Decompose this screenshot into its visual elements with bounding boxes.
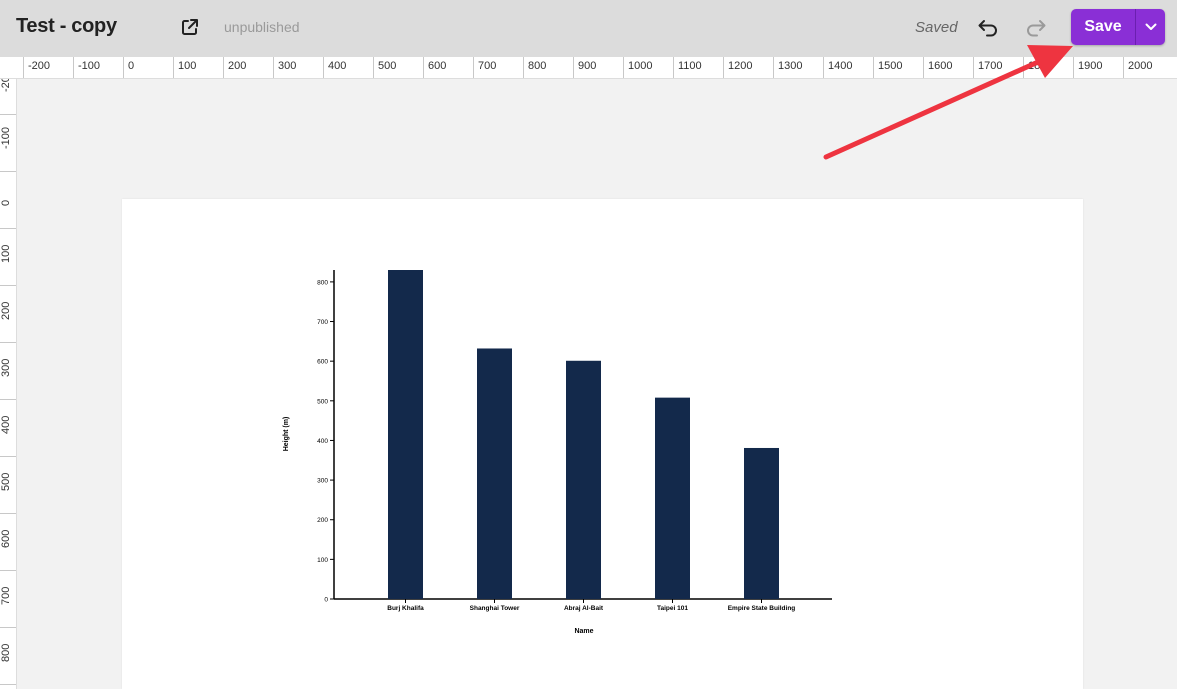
horizontal-ruler: -200 -100 0 100 200 300 400 500 600 700 800 900 1000…: [0, 57, 1177, 79]
undo-icon[interactable]: [976, 16, 1000, 40]
x-tick-label: Shanghai Tower: [470, 605, 520, 612]
y-tick-label: 0: [324, 597, 328, 604]
y-tick-label: 200: [317, 517, 328, 524]
x-tick-label: Empire State Building: [728, 605, 796, 612]
ruler-tick: 1900: [1073, 57, 1102, 78]
ruler-tick: 1400: [823, 57, 852, 78]
ruler-tick: 1100: [673, 57, 702, 78]
ruler-tick: 400: [0, 399, 16, 434]
y-tick-label: 400: [317, 438, 328, 445]
ruler-tick: 700: [0, 570, 16, 605]
ruler-tick: 400: [323, 57, 346, 78]
y-tick-label: 600: [317, 359, 328, 366]
bar: [744, 447, 779, 599]
open-external-icon[interactable]: [180, 17, 200, 37]
bar: [566, 360, 601, 599]
y-axis-label: Height (m): [283, 417, 290, 452]
ruler-tick: -100: [0, 114, 16, 149]
x-tick-label: Taipei 101: [657, 605, 688, 612]
save-button[interactable]: Save: [1071, 9, 1135, 45]
y-tick-label: 100: [317, 557, 328, 564]
ruler-tick: 800: [0, 627, 16, 662]
redo-icon[interactable]: [1024, 16, 1048, 40]
ruler-tick: 2000: [1123, 57, 1152, 78]
ruler-tick: 100: [0, 228, 16, 263]
bar-chart[interactable]: 0 100 200 300 400 500 600 700 800 Burj Khalifa Sha…: [122, 199, 1083, 689]
ruler-tick: 100: [173, 57, 196, 78]
y-tick-label: 300: [317, 478, 328, 485]
save-button-group: Save: [1071, 9, 1165, 45]
ruler-tick: 0: [0, 171, 16, 206]
ruler-tick: 1800: [1023, 57, 1052, 78]
ruler-tick: 0: [123, 57, 134, 78]
ruler-tick: 1200: [723, 57, 752, 78]
bar: [655, 397, 690, 599]
bar: [477, 348, 512, 599]
save-status: Saved: [915, 19, 958, 36]
chevron-down-icon: [1145, 23, 1156, 30]
ruler-tick: 1000: [623, 57, 652, 78]
ruler-tick: 1700: [973, 57, 1002, 78]
ruler-tick: 800: [523, 57, 546, 78]
y-tick-label: 500: [317, 398, 328, 405]
x-axis-label: Name: [574, 628, 593, 635]
ruler-tick: -100: [73, 57, 100, 78]
publish-status: unpublished: [224, 19, 300, 35]
ruler-tick: 1300: [773, 57, 802, 78]
ruler-tick: 200: [0, 285, 16, 320]
ruler-tick: 300: [0, 342, 16, 377]
canvas-page[interactable]: 0 100 200 300 400 500 600 700 800 Burj Khalifa Sha…: [122, 199, 1083, 689]
x-tick-label: Abraj Al-Bait: [564, 605, 604, 612]
ruler-tick: 1600: [923, 57, 952, 78]
ruler-tick: 500: [0, 456, 16, 491]
ruler-tick: 300: [273, 57, 296, 78]
bar: [388, 270, 423, 599]
vertical-ruler: -200-1000100200300400500600700800900: [0, 79, 17, 689]
document-title[interactable]: Test - copy: [16, 15, 117, 38]
ruler-tick: 900: [573, 57, 596, 78]
save-options-dropdown[interactable]: [1136, 9, 1165, 45]
ruler-tick: 200: [223, 57, 246, 78]
ruler-tick: 600: [423, 57, 446, 78]
ruler-tick: 700: [473, 57, 496, 78]
ruler-tick: 900: [0, 684, 16, 685]
x-tick-label: Burj Khalifa: [387, 605, 424, 612]
top-bar: Test - copy unpublished Saved Save: [0, 0, 1177, 57]
ruler-tick: -200: [23, 57, 50, 78]
ruler-tick: 500: [373, 57, 396, 78]
ruler-tick: 600: [0, 513, 16, 548]
y-tick-label: 800: [317, 279, 328, 286]
ruler-tick: 1500: [873, 57, 902, 78]
y-tick-label: 700: [317, 319, 328, 326]
